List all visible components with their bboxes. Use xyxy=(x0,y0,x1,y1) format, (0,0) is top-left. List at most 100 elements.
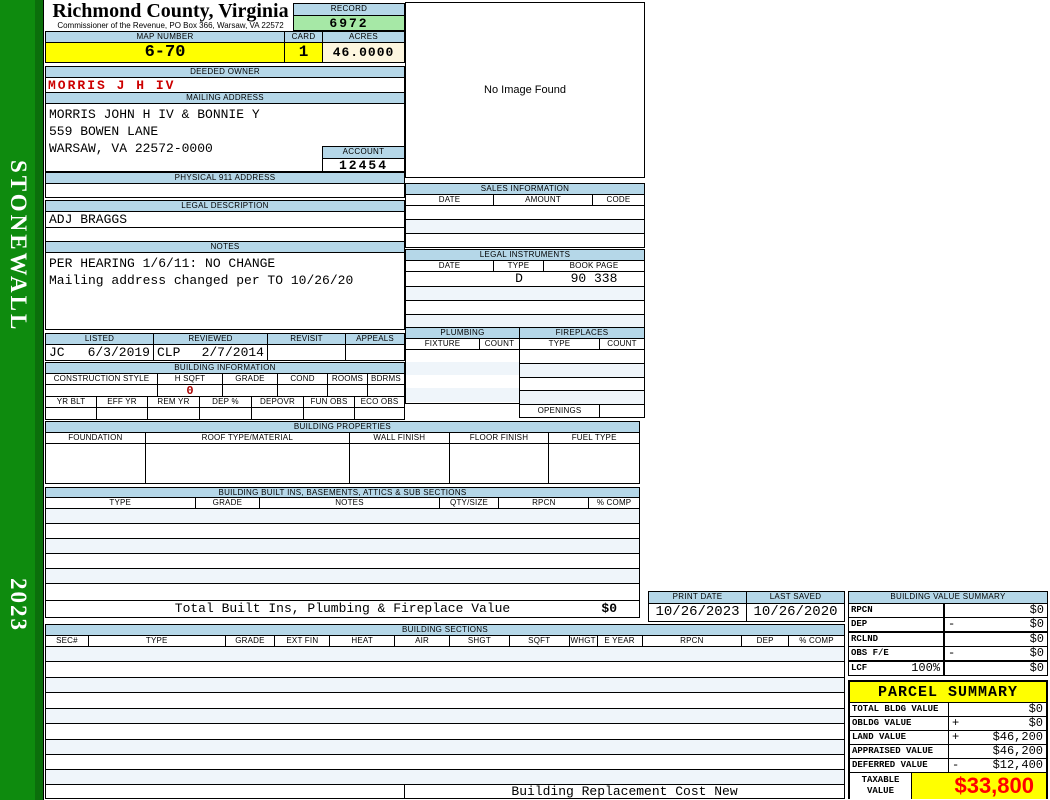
bvs-row-dep: DEP - $0 xyxy=(848,617,1048,633)
property-record-card: STONEWALL 2023 Richmond County, Virginia… xyxy=(0,0,1050,800)
built-ins-total-row: Total Built Ins, Plumbing & Fireplace Va… xyxy=(45,600,640,618)
col-sale-amount: AMOUNT xyxy=(494,195,593,205)
note-line: Mailing address changed per TO 10/26/20 xyxy=(49,273,354,288)
grade-field[interactable] xyxy=(223,385,278,396)
col-fixture-count: COUNT xyxy=(484,339,515,348)
col-rem-yr: REM YR xyxy=(148,397,200,407)
parcel-row: TOTAL BLDG VALUE $0 xyxy=(850,703,1046,717)
legal-instrument-row[interactable]: D 90 338 xyxy=(405,271,645,287)
bvs-label: RCLND xyxy=(849,633,945,646)
col-depovr: DEPOVR xyxy=(252,397,304,407)
mailing-line: MORRIS JOHN H IV & BONNIE Y xyxy=(49,107,260,122)
col-floor-finish: FLOOR FINISH xyxy=(450,433,550,443)
col-notes: NOTES xyxy=(260,498,440,508)
parcel-summary-title: PARCEL SUMMARY xyxy=(850,682,1046,703)
notes-field[interactable]: PER HEARING 1/6/11: NO CHANGE Mailing ad… xyxy=(45,252,405,330)
revisit-field[interactable] xyxy=(268,345,346,360)
bvs-label: RPCN xyxy=(849,604,945,617)
openings-count-field[interactable] xyxy=(600,405,644,417)
reviewed-field[interactable]: CLP 2/7/2014 xyxy=(154,345,268,360)
instr-date-cell xyxy=(406,272,494,286)
col-sec-rpcn: RPCN xyxy=(643,636,743,646)
deeded-owner-field[interactable]: MORRIS J H IV xyxy=(45,77,405,93)
col-whgt: WHGT xyxy=(570,636,598,646)
building-properties-values[interactable] xyxy=(45,443,640,484)
col-sqft: SQFT xyxy=(510,636,570,646)
h-sqft-field[interactable]: 0 xyxy=(158,385,223,396)
card-number-field[interactable]: 1 xyxy=(284,42,323,63)
col-sec-dep: DEP xyxy=(742,636,790,646)
fireplace-empty-row xyxy=(519,363,645,378)
col-fireplace-count: COUNT xyxy=(607,339,637,348)
building-sections-empty-row xyxy=(45,661,845,678)
col-instr-date: DATE xyxy=(406,261,494,271)
physical-911-field[interactable] xyxy=(45,183,405,198)
mailing-line: 559 BOWEN LANE xyxy=(49,124,159,139)
listed-label: LISTED xyxy=(46,334,154,344)
parcel-row: APPRAISED VALUE $46,200 xyxy=(850,745,1046,759)
legal-description-field[interactable]: ADJ BRAGGS xyxy=(45,211,405,228)
listed-field[interactable]: JC 6/3/2019 xyxy=(46,345,154,360)
footer-left-cell xyxy=(46,785,406,798)
record-number-field[interactable]: 6972 xyxy=(293,15,405,31)
account-number-field[interactable]: 12454 xyxy=(322,158,405,172)
sales-empty-row xyxy=(405,219,645,234)
building-sections-empty-row xyxy=(45,739,845,755)
taxable-value-label: TAXABLE VALUE xyxy=(850,773,912,799)
fireplace-empty-row xyxy=(519,349,645,364)
building-info-row2-values[interactable] xyxy=(45,407,405,420)
built-ins-empty-row xyxy=(45,583,640,601)
parcel-row: LAND VALUE + $46,200 xyxy=(850,731,1046,745)
col-wall-finish: WALL FINISH xyxy=(350,433,450,443)
col-qty-size: QTY/SIZE xyxy=(440,498,500,508)
rooms-field[interactable] xyxy=(328,385,368,396)
building-sections-empty-row xyxy=(45,692,845,709)
building-sections-empty-row xyxy=(45,677,845,693)
taxable-value: $33,800 xyxy=(954,773,1034,798)
col-sale-date: DATE xyxy=(406,195,494,205)
col-yr-blt: YR BLT xyxy=(46,397,97,407)
col-instr-type: TYPE xyxy=(494,261,544,271)
col-bdrms: BDRMS xyxy=(371,374,401,383)
bvs-label: DEP xyxy=(849,618,945,631)
openings-label: OPENINGS xyxy=(520,405,600,417)
legal-instruments-empty-row xyxy=(405,300,645,315)
bvs-value: $0 xyxy=(944,662,1047,675)
col-fuel-type: FUEL TYPE xyxy=(571,433,617,442)
county-title: Richmond County, Virginia xyxy=(52,0,289,22)
bvs-label: OBS F/E xyxy=(849,647,945,660)
col-dep-pct: DEP % xyxy=(200,397,252,407)
bvs-row-rpcn: RPCN $0 xyxy=(848,603,1048,618)
sales-empty-row xyxy=(405,233,645,248)
col-e-year: E YEAR xyxy=(598,636,643,646)
building-sections-empty-row xyxy=(45,708,845,724)
map-number-field[interactable]: 6-70 xyxy=(45,42,285,63)
review-value-row: JC 6/3/2019 CLP 2/7/2014 xyxy=(45,344,405,361)
parcel-row: OBLDG VALUE + $0 xyxy=(850,717,1046,731)
appeals-label: APPEALS xyxy=(346,334,404,344)
bvs-value: - $0 xyxy=(944,618,1047,631)
bdrms-field[interactable] xyxy=(368,385,404,396)
tax-year: 2023 xyxy=(6,578,31,632)
bvs-value: $0 xyxy=(944,604,1047,617)
bvs-row-rclnd: RCLND $0 xyxy=(848,632,1048,647)
col-foundation: FOUNDATION xyxy=(46,433,146,443)
bvs-value: $0 xyxy=(944,633,1047,646)
instr-book-page-cell: 90 338 xyxy=(570,272,618,286)
col-air: AIR xyxy=(395,636,450,646)
district-name: STONEWALL xyxy=(6,160,31,333)
construction-style-field[interactable] xyxy=(46,385,158,396)
cond-field[interactable] xyxy=(278,385,328,396)
building-sections-empty-row xyxy=(45,769,845,785)
district-sidebar: STONEWALL 2023 xyxy=(0,0,44,800)
built-ins-empty-row xyxy=(45,523,640,539)
col-grade: GRADE xyxy=(223,374,278,384)
appeals-field[interactable] xyxy=(346,345,404,360)
building-sections-empty-row xyxy=(45,723,845,740)
col-sec-grade: GRADE xyxy=(226,636,276,646)
col-construction-style: CONSTRUCTION STYLE xyxy=(46,374,158,384)
col-rpcn: RPCN xyxy=(499,498,590,508)
acres-field[interactable]: 46.0000 xyxy=(322,42,405,63)
building-sections-footer-row: Building Replacement Cost New xyxy=(45,784,845,799)
col-ext-fin: EXT FIN xyxy=(275,636,331,646)
